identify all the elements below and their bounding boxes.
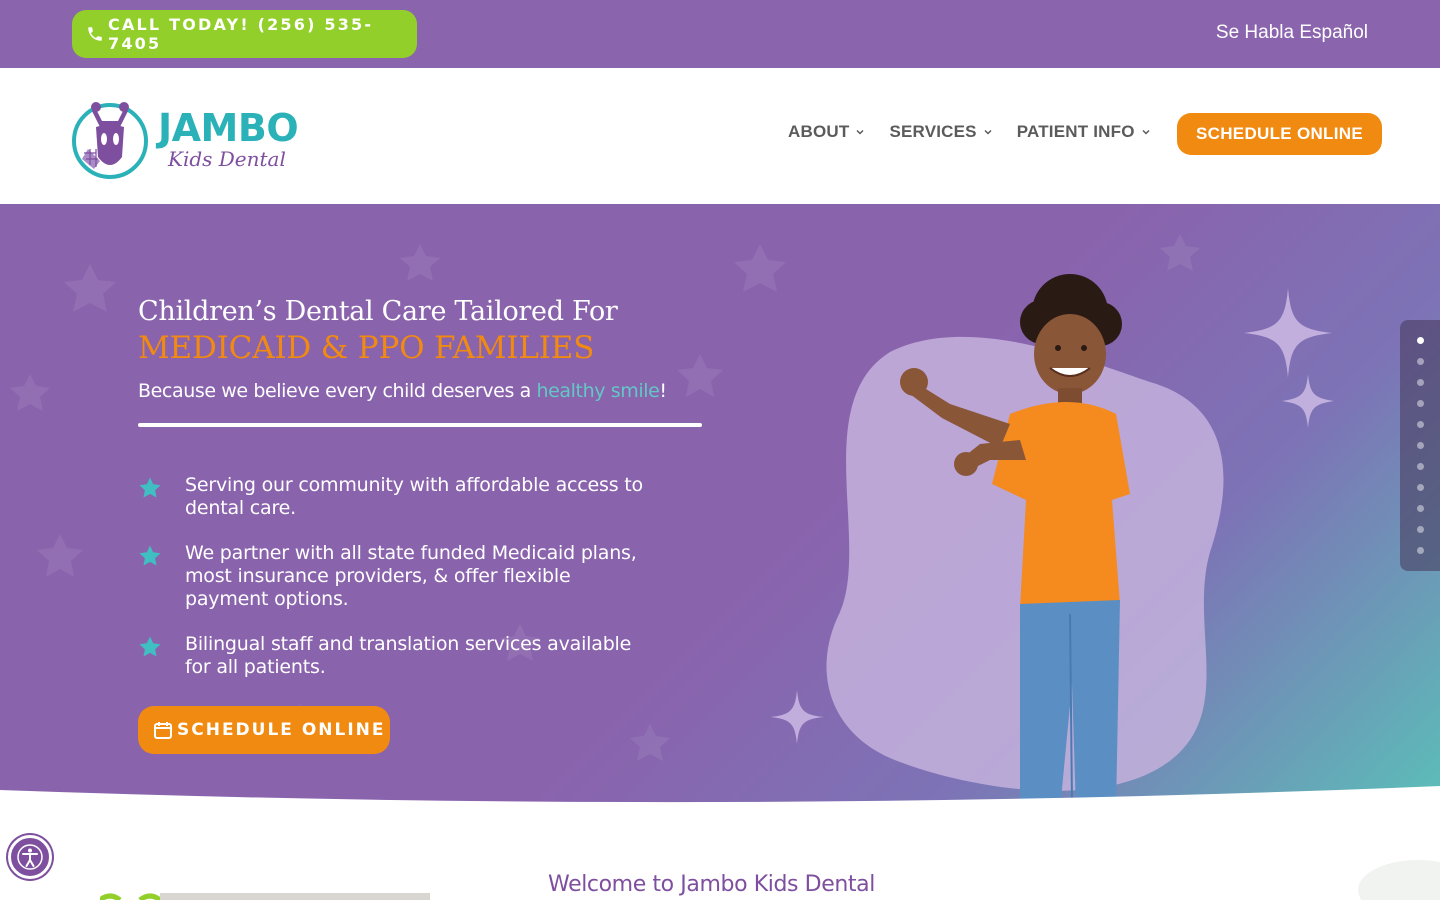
slide-dot[interactable] <box>1417 337 1424 344</box>
slide-dot[interactable] <box>1417 379 1424 386</box>
calendar-icon <box>153 720 173 740</box>
slide-dot[interactable] <box>1417 421 1424 428</box>
accessibility-icon <box>17 844 43 870</box>
logo-tagline: Kids Dental <box>168 147 286 171</box>
slide-dot[interactable] <box>1417 484 1424 491</box>
nav-item-services[interactable]: SERVICES <box>889 122 992 142</box>
hero-subtitle: Because we believe every child deserves … <box>138 380 667 402</box>
schedule-online-header-button[interactable]: SCHEDULE ONLINE <box>1177 113 1382 155</box>
giraffe-logo-icon <box>72 102 148 179</box>
star-icon <box>139 477 161 498</box>
hero-title-line2: MEDICAID & PPO FAMILIES <box>138 330 595 366</box>
hero-title-line1: Children’s Dental Care Tailored For <box>138 296 618 327</box>
schedule-online-hero-button[interactable]: SCHEDULE ONLINE <box>138 706 390 754</box>
jambo-logo[interactable]: JAMBO Kids Dental <box>70 96 310 182</box>
star-icon <box>139 636 161 657</box>
welcome-heading: Welcome to Jambo Kids Dental <box>548 872 875 897</box>
hero-subtitle-highlight: healthy smile <box>536 380 660 402</box>
hero-subtitle-text: Because we believe every child deserves … <box>138 380 537 402</box>
list-item: Bilingual staff and translation services… <box>138 633 658 679</box>
slide-dot[interactable] <box>1417 463 1424 470</box>
slide-dot-navigation <box>1400 320 1440 571</box>
nav-item-patient-info[interactable]: PATIENT INFO <box>1017 122 1151 142</box>
hero-section: Children’s Dental Care Tailored For MEDI… <box>0 204 1440 810</box>
child-photo-illustration <box>900 274 1130 810</box>
decorative-sparkle-edge <box>1358 860 1440 900</box>
slide-dot[interactable] <box>1417 547 1424 554</box>
slide-dot[interactable] <box>1417 358 1424 365</box>
hero-subtitle-end: ! <box>659 380 667 402</box>
nav-item-label: PATIENT INFO <box>1016 122 1135 141</box>
chevron-down-icon <box>855 127 865 137</box>
main-nav: ABOUT SERVICES PATIENT INFO <box>788 122 1151 142</box>
slide-dot[interactable] <box>1417 400 1424 407</box>
slide-dot[interactable] <box>1417 526 1424 533</box>
list-item: Serving our community with affordable ac… <box>138 474 658 520</box>
bullet-text: Serving our community with affordable ac… <box>185 474 643 519</box>
chevron-down-icon <box>983 127 993 137</box>
hero-wave-divider <box>0 786 1440 810</box>
chevron-down-icon <box>1141 127 1151 137</box>
spanish-language-link[interactable]: Se Habla Español <box>1216 22 1368 44</box>
star-icon <box>139 545 161 566</box>
slide-dot[interactable] <box>1417 505 1424 512</box>
site-header: JAMBO Kids Dental ABOUT SERVICES PATIENT… <box>0 68 1440 204</box>
slide-dot[interactable] <box>1417 442 1424 449</box>
sparkle-icon <box>1244 288 1332 378</box>
nav-item-label: SERVICES <box>889 122 977 141</box>
call-today-label: CALL TODAY! (256) 535-7405 <box>108 15 374 53</box>
nav-item-about[interactable]: ABOUT <box>788 122 865 142</box>
hero-divider <box>138 423 702 427</box>
hero-bullet-list: Serving our community with affordable ac… <box>138 474 658 701</box>
schedule-online-label: SCHEDULE ONLINE <box>177 720 386 740</box>
accessibility-button[interactable] <box>8 835 52 879</box>
logo-wordmark: JAMBO Kids Dental <box>158 106 299 171</box>
bullet-text: We partner with all state funded Medicai… <box>185 542 637 610</box>
logo-brand: JAMBO <box>158 106 299 150</box>
phone-icon <box>86 25 104 43</box>
sparkle-icon <box>1282 374 1334 428</box>
bullet-text: Bilingual staff and translation services… <box>185 633 632 678</box>
call-today-button[interactable]: CALL TODAY! (256) 535-7405 <box>72 10 417 58</box>
top-bar: CALL TODAY! (256) 535-7405 Se Habla Espa… <box>0 0 1440 68</box>
list-item: We partner with all state funded Medicai… <box>138 542 658 611</box>
welcome-photo-edge <box>160 893 430 900</box>
sparkle-icon <box>770 690 824 744</box>
nav-item-label: ABOUT <box>788 122 850 141</box>
